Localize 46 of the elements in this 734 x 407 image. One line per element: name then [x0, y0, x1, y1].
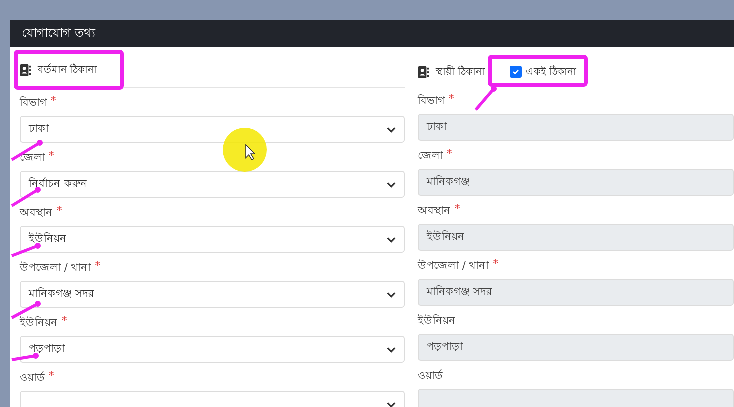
annotation-arrow: [11, 187, 41, 208]
field-label: অবস্থান: [20, 206, 53, 221]
field-label: অবস্থান: [418, 204, 451, 219]
chevron-down-icon: [387, 126, 396, 132]
dropdown-field[interactable]: নির্বাচন করুন: [20, 171, 405, 198]
required-asterisk: *: [57, 205, 62, 217]
chevron-down-icon: [387, 292, 396, 298]
field-label: জেলা: [418, 149, 443, 164]
field-label: উপজেলা / থানা: [20, 260, 92, 276]
mouse-pointer-icon: [246, 144, 256, 161]
field-label: বিভাগ: [418, 94, 445, 109]
checkmark-icon: [512, 68, 520, 76]
field-label: উপজেলা / থানা: [418, 258, 490, 274]
required-asterisk: *: [62, 315, 68, 327]
chevron-down-icon: [387, 236, 396, 242]
field-label: জেলা: [20, 151, 45, 166]
same-address-checkbox[interactable]: একই ঠিকানা: [510, 64, 576, 80]
field-label: ইউনিয়ন: [20, 315, 58, 331]
field-label: ইউনিয়ন: [418, 313, 456, 329]
address-heading: স্থায়ী ঠিকানা: [436, 64, 486, 80]
required-asterisk: *: [493, 258, 498, 270]
address-book-icon: [418, 66, 429, 78]
chevron-down-icon: [387, 182, 396, 188]
field-label: বিভাগ: [20, 96, 47, 111]
annotation-arrow: [474, 86, 497, 111]
dropdown-field[interactable]: ঢাকা: [20, 116, 405, 143]
dropdown-field[interactable]: ইউনিয়ন: [20, 226, 405, 253]
address-heading: বর্তমান ঠিকানা: [38, 62, 98, 78]
required-asterisk: *: [49, 370, 54, 382]
dropdown-field[interactable]: মানিকগঞ্জ সদর: [20, 281, 405, 308]
dropdown-field[interactable]: পড়পাড়া: [20, 336, 405, 363]
annotation-arrow: [11, 243, 41, 258]
chevron-down-icon: [387, 402, 396, 407]
required-asterisk: *: [51, 95, 56, 107]
required-asterisk: *: [95, 260, 100, 272]
required-asterisk: *: [449, 93, 454, 105]
required-asterisk: *: [49, 150, 54, 162]
field-label: ওয়ার্ড: [418, 368, 443, 384]
annotation-arrow: [12, 353, 39, 362]
address-book-icon: [20, 64, 31, 76]
cursor-highlight: [223, 128, 267, 172]
chevron-down-icon: [387, 346, 396, 352]
field-label: ওয়ার্ড: [20, 370, 45, 386]
section-title: যোগাযোগ তথ্য: [22, 24, 95, 42]
required-asterisk: *: [455, 203, 460, 215]
required-asterisk: *: [447, 148, 452, 160]
